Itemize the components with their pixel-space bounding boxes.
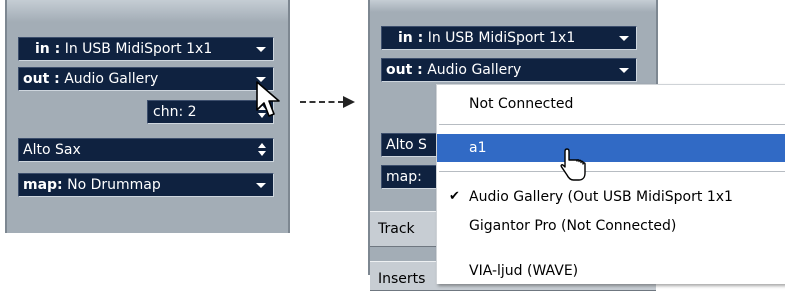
channel-label: chn: bbox=[153, 104, 184, 120]
menu-item-gigantor-pro[interactable]: Gigantor Pro (Not Connected) bbox=[437, 212, 785, 240]
menu-separator bbox=[439, 124, 785, 125]
map-label: map: bbox=[23, 177, 63, 193]
input-label: in : bbox=[35, 41, 61, 57]
menu-item-label: Audio Gallery (Out USB MidiSport 1x1 bbox=[469, 189, 733, 205]
left-program-spinner[interactable]: Alto Sax bbox=[18, 138, 274, 162]
map-value: No Drummap bbox=[67, 177, 161, 193]
output-label: out : bbox=[386, 62, 423, 78]
chevron-down-icon bbox=[256, 47, 266, 52]
right-panel-header bbox=[370, 0, 656, 12]
track-tab-label: Track bbox=[378, 221, 415, 237]
chevron-down-icon bbox=[619, 68, 629, 73]
left-drummap-selector[interactable]: map: No Drummap bbox=[18, 173, 274, 197]
chevron-down-icon bbox=[619, 36, 629, 41]
menu-item-label: VIA-ljud (WAVE) bbox=[469, 263, 579, 279]
map-label: map: bbox=[386, 169, 422, 185]
input-value: In USB MidiSport 1x1 bbox=[427, 30, 576, 46]
channel-value: 2 bbox=[187, 104, 197, 120]
menu-item-label: Not Connected bbox=[469, 96, 574, 112]
left-panel-header bbox=[7, 0, 288, 22]
menu-item-via-ljud[interactable]: VIA-ljud (WAVE) bbox=[437, 257, 785, 285]
menu-item-label: Gigantor Pro (Not Connected) bbox=[469, 218, 677, 234]
output-dropdown-menu: Not Connected a1 ✔ Audio Gallery (Out US… bbox=[436, 84, 785, 284]
output-label: out : bbox=[23, 71, 60, 87]
callout-dashed-line bbox=[300, 101, 344, 103]
input-label: in : bbox=[398, 30, 424, 46]
output-value: Audio Gallery bbox=[427, 62, 522, 78]
callout-arrowhead-icon bbox=[343, 96, 355, 108]
hand-cursor-icon bbox=[560, 148, 586, 181]
left-midi-output-selector[interactable]: out : Audio Gallery bbox=[18, 67, 274, 91]
chevron-down-icon bbox=[256, 183, 266, 188]
right-drummap-selector[interactable]: map: bbox=[381, 165, 441, 189]
right-midi-output-selector[interactable]: out : Audio Gallery bbox=[381, 58, 637, 82]
spinner-arrows-icon[interactable] bbox=[258, 142, 267, 158]
inserts-tab-label: Inserts bbox=[378, 271, 426, 287]
menu-item-a1[interactable]: a1 bbox=[437, 134, 785, 162]
menu-item-not-connected[interactable]: Not Connected bbox=[437, 90, 785, 118]
menu-item-audio-gallery[interactable]: ✔ Audio Gallery (Out USB MidiSport 1x1 bbox=[437, 183, 785, 211]
left-midi-input-selector[interactable]: in : In USB MidiSport 1x1 bbox=[18, 37, 274, 61]
program-value: Alto S bbox=[386, 137, 427, 153]
menu-separator bbox=[439, 171, 785, 172]
right-midi-input-selector[interactable]: in : In USB MidiSport 1x1 bbox=[381, 26, 637, 50]
output-value: Audio Gallery bbox=[64, 71, 159, 87]
menu-item-label: a1 bbox=[469, 140, 487, 156]
right-program-spinner[interactable]: Alto S bbox=[381, 133, 441, 157]
program-value: Alto Sax bbox=[23, 142, 81, 158]
input-value: In USB MidiSport 1x1 bbox=[64, 41, 213, 57]
checkmark-icon: ✔ bbox=[449, 189, 460, 204]
arrow-cursor-icon bbox=[256, 81, 280, 117]
